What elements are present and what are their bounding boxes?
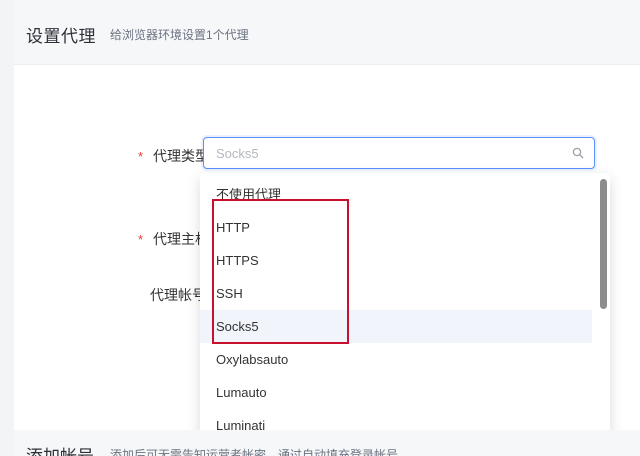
proxy-host-label-row: * 代理主机 [138,229,209,249]
dropdown-option[interactable]: 不使用代理 [200,178,592,211]
proxy-section-header: 设置代理 给浏览器环境设置1个代理 [14,0,640,65]
required-mark: * [138,149,144,164]
proxy-type-label-row: * 代理类型 [138,146,209,166]
dropdown-scrollbar-thumb[interactable] [600,179,607,309]
dropdown-option[interactable]: HTTPS [200,244,592,277]
account-section-title: 添加帐号 [26,442,94,456]
required-mark: * [138,232,144,247]
proxy-section-subtitle: 给浏览器环境设置1个代理 [110,28,249,42]
account-section-header: 添加帐号 添加后可无需告知运营者帐密，通过自动填充登录帐号 [14,430,640,456]
account-section-subtitle: 添加后可无需告知运营者帐密，通过自动填充登录帐号 [110,448,399,456]
proxy-type-label: 代理类型 [152,148,209,164]
proxy-type-dropdown: 不使用代理 HTTP HTTPS SSH Socks5 Oxylabsauto Lumaut… [200,173,610,443]
app-window: 设置代理 给浏览器环境设置1个代理 * 代理类型 * 代理主机 代理帐号 Soc… [0,0,640,456]
dropdown-option[interactable]: Oxylabsauto [200,343,592,376]
proxy-type-select[interactable]: Socks5 [203,137,595,169]
proxy-type-select-value: Socks5 [216,146,259,161]
proxy-section-title: 设置代理 [26,27,96,46]
dropdown-option[interactable]: Socks5 [200,310,592,343]
dropdown-option[interactable]: SSH [200,277,592,310]
proxy-account-label: 代理帐号 [150,287,206,303]
proxy-account-label-row: 代理帐号 [150,285,206,305]
search-icon [572,147,584,159]
dropdown-option[interactable]: HTTP [200,211,592,244]
dropdown-option[interactable]: Lumauto [200,376,592,409]
